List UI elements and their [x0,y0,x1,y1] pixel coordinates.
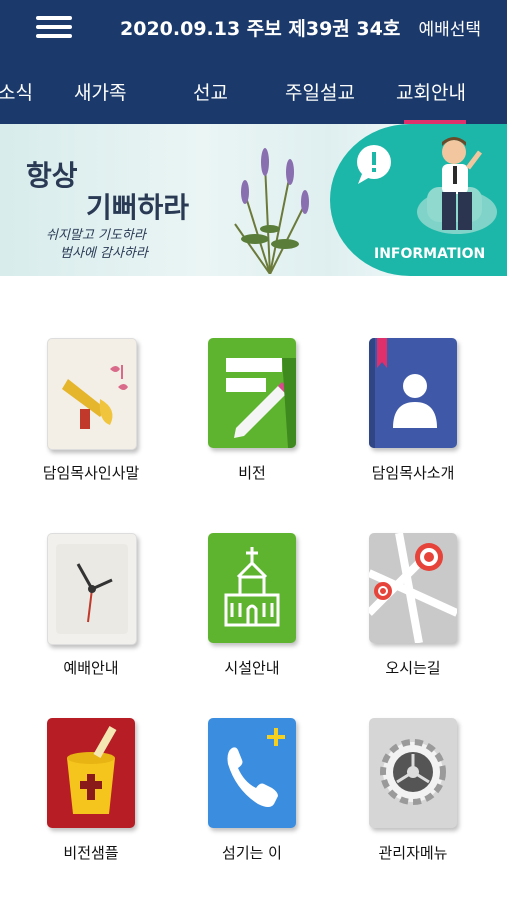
menu-item-vision[interactable]: 비전 [177,338,327,498]
tab-church-guide[interactable]: 교회안내 [396,78,466,105]
menu-item-directions[interactable]: 오시는길 [338,533,488,693]
menu-item-label: 섬기는 이 [222,844,282,862]
tab-newcomers[interactable]: 새가족 [74,78,126,105]
menu-item-worship-guide[interactable]: 예배안내 [16,533,166,693]
banner-line-1: 항상 [26,159,78,192]
bulletin-title: 2020.09.13 주보 제39권 34호 [120,18,401,40]
menu-item-servants[interactable]: 섬기는 이 [177,718,327,878]
menu-item-admin[interactable]: 관리자메뉴 [338,718,488,878]
category-tabs: 소식 새가족 선교 주일설교 교회안내 [0,58,507,124]
menu-icon[interactable] [36,14,72,40]
speech-bubble-icon [357,145,391,184]
information-label: INFORMATION [374,246,486,262]
banner-line-2: 기뻐하라 [86,191,190,224]
worship-select-button[interactable]: 예배선택 [418,15,481,40]
menu-item-facility-guide[interactable]: 시설안내 [177,533,327,693]
contact-book-icon [369,338,457,448]
person-on-chair-icon [417,137,497,234]
menu-item-pastor-greeting[interactable]: 담임목사인사말 [16,338,166,498]
bucket-cross-icon [47,718,135,828]
menu-item-pastor-intro[interactable]: 담임목사소개 [338,338,488,498]
menu-item-label: 담임목사인사말 [42,464,140,482]
clock-icon [47,533,137,645]
menu-item-label: 비전샘플 [63,844,119,862]
trumpet-icon [47,338,137,450]
tab-mission[interactable]: 선교 [193,78,228,105]
menu-item-label: 예배안내 [63,659,119,677]
notepad-pencil-icon [208,338,296,448]
map-pin-icon [369,533,457,643]
phone-icon [208,718,296,828]
app-header: 2020.09.13 주보 제39권 34호 예배선택 [0,0,507,58]
banner-line-3: 쉬지말고 기도하라 [46,228,146,243]
menu-item-vision-sample[interactable]: 비전샘플 [16,718,166,878]
menu-item-label: 비전 [238,464,266,482]
banner-line-4: 범사에 감사하라 [60,246,148,261]
menu-item-label: 담임목사소개 [371,464,455,482]
menu-item-label: 관리자메뉴 [378,844,448,862]
menu-item-label: 시설안내 [224,659,280,677]
gear-icon [369,718,457,828]
tab-sunday-sermon[interactable]: 주일설교 [285,78,355,105]
menu-item-label: 오시는길 [385,659,441,677]
lavender-plant-icon [234,148,309,274]
church-icon [208,533,296,643]
tab-news[interactable]: 소식 [0,78,33,105]
